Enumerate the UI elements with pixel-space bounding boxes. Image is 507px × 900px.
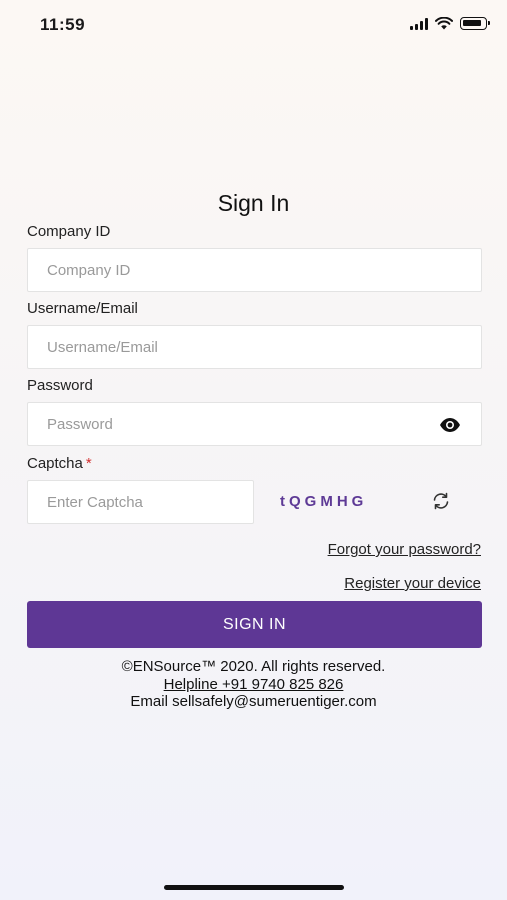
eye-icon[interactable] xyxy=(439,417,461,433)
status-bar: 11:59 xyxy=(0,0,507,50)
captcha-field[interactable] xyxy=(27,480,254,524)
email-text: Email sellsafely@sumeruentiger.com xyxy=(130,693,377,710)
required-mark: * xyxy=(85,455,92,472)
captcha-label-text: Captcha xyxy=(27,455,83,472)
refresh-icon[interactable] xyxy=(431,491,451,511)
company-id-field[interactable] xyxy=(27,248,482,292)
password-label: Password xyxy=(27,377,93,394)
captcha-label: Captcha * xyxy=(27,455,92,472)
copyright-text: ©ENSource™ 2020. All rights reserved. xyxy=(121,658,386,675)
battery-icon xyxy=(460,17,490,30)
username-input[interactable] xyxy=(28,326,481,368)
username-label: Username/Email xyxy=(27,300,138,317)
forgot-password-link[interactable]: Forgot your password? xyxy=(328,541,481,558)
status-time: 11:59 xyxy=(40,15,86,34)
username-field[interactable] xyxy=(27,325,482,369)
password-input[interactable] xyxy=(28,403,481,445)
register-device-link[interactable]: Register your device xyxy=(344,575,481,592)
captcha-input[interactable] xyxy=(28,481,253,523)
sign-in-button[interactable]: SIGN IN xyxy=(27,601,482,648)
home-indicator xyxy=(164,885,344,890)
helpline-text[interactable]: Helpline +91 9740 825 826 xyxy=(164,676,344,693)
company-id-input[interactable] xyxy=(28,249,481,291)
page-title: Sign In xyxy=(217,190,290,216)
password-field[interactable] xyxy=(27,402,482,446)
status-icons xyxy=(410,17,490,30)
captcha-code: tQGMHG xyxy=(280,493,368,510)
wifi-icon xyxy=(435,17,453,30)
helpline-link[interactable]: Helpline +91 9740 825 826 xyxy=(0,676,507,693)
signal-icon xyxy=(410,17,428,30)
company-id-label: Company ID xyxy=(27,223,111,240)
